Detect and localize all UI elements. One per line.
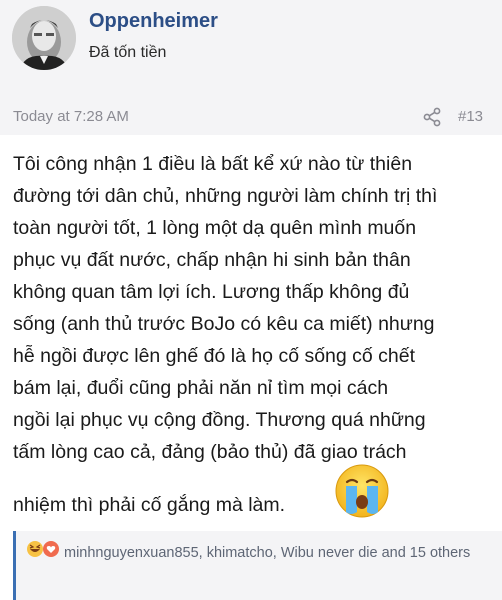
post-body-line: phục vụ đất nước, chấp nhận hi sinh bản … bbox=[13, 249, 411, 271]
post-number-link[interactable]: #13 bbox=[458, 108, 483, 125]
post-body-line: sống (anh thủ trước BoJo có kêu ca miết)… bbox=[13, 313, 435, 335]
post-body-line: bám lại, đuổi cũng phải năn nỉ tìm mọi c… bbox=[13, 377, 389, 399]
post-body-line: tấm lòng cao cả, đảng (bảo thủ) đã giao … bbox=[13, 441, 407, 463]
post-body-line: Tôi công nhận 1 điều là bất kể xứ nào từ… bbox=[13, 153, 413, 175]
reactions-bar[interactable]: minhnguyenxuan855, khimatcho, Wibu never… bbox=[13, 531, 502, 600]
share-icon[interactable] bbox=[422, 107, 442, 127]
post-timestamp[interactable]: Today at 7:28 AM bbox=[13, 108, 129, 125]
post-body-line: đường tới dân chủ, những người làm chính… bbox=[13, 185, 438, 207]
crying-face-icon bbox=[335, 464, 389, 518]
reactions-users[interactable]: minhnguyenxuan855, khimatcho, Wibu never… bbox=[26, 542, 496, 564]
avatar-photo-icon bbox=[12, 6, 76, 70]
post-body-line: không quan tâm lợi ích. Lương thấp không… bbox=[13, 281, 410, 303]
post-body: Tôi công nhận 1 điều là bất kể xứ nào từ… bbox=[13, 148, 495, 468]
post-meta-bar: Today at 7:28 AM #13 bbox=[0, 97, 502, 135]
post-body-line: toàn người tốt, 1 lòng một dạ quên mình … bbox=[13, 217, 417, 239]
post-header: Oppenheimer Đã tốn tiền bbox=[0, 0, 502, 98]
post-body-last-line: nhiệm thì phải cố gắng mà làm. bbox=[13, 464, 495, 534]
post-body-line: nhiệm thì phải cố gắng mà làm. bbox=[13, 494, 286, 516]
post-body-line: hễ ngồi được lên ghế đó là họ cố sống cố… bbox=[13, 345, 416, 367]
user-avatar[interactable] bbox=[12, 6, 76, 70]
author-username[interactable]: Oppenheimer bbox=[89, 10, 218, 33]
post-body-line: ngồi lại phục vụ cộng đồng. Thương quá n… bbox=[13, 409, 426, 431]
author-title: Đã tốn tiền bbox=[89, 44, 167, 61]
